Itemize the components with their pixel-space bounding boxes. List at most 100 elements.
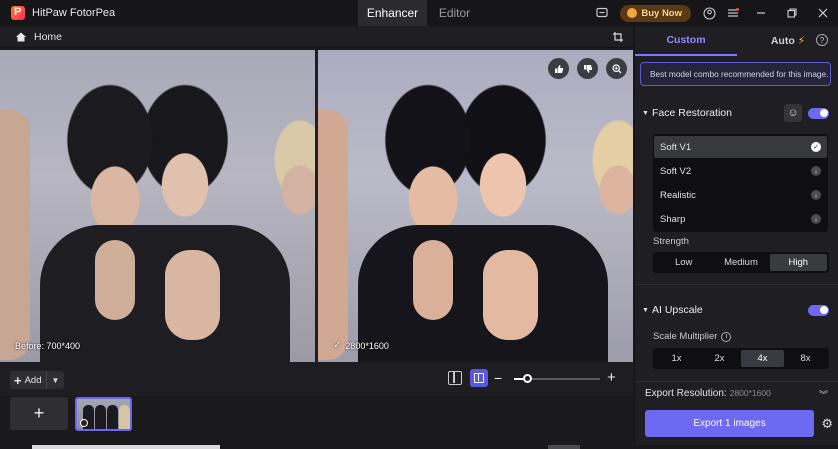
crop-icon[interactable] — [612, 31, 624, 43]
before-image: Before: 700*400 — [0, 50, 315, 362]
scale-selector: 1x 2x 4x 8x — [653, 348, 829, 369]
preview-area: Before: 700*400 ✓ 2800*1600 — [0, 50, 633, 362]
strength-selector: Low Medium High — [653, 252, 829, 273]
export-resolution-value: 2800*1600 — [729, 388, 771, 398]
add-label: Add — [24, 374, 42, 386]
export-resolution: Export Resolution: 2800*1600 — [645, 388, 771, 399]
home-icon[interactable] — [15, 31, 27, 43]
preview-toolbar: + Add ▼ − + — [0, 362, 633, 396]
tab-editor[interactable]: Editor — [427, 0, 482, 26]
strength-low[interactable]: Low — [655, 254, 712, 271]
export-resolution-label: Export Resolution: — [645, 388, 727, 399]
after-resolution: 2800*1600 — [345, 340, 389, 351]
scale-2x[interactable]: 2x — [698, 350, 741, 367]
title-bar: HitPaw FotorPea Enhancer Editor Buy Now — [0, 0, 838, 26]
collapse-triangle-icon[interactable]: ▼ — [642, 110, 652, 117]
plus-icon: + — [14, 372, 22, 388]
scale-multiplier-text: Scale Multiplier — [653, 331, 718, 342]
model-option-soft-v2[interactable]: Soft V2 ↓ — [654, 160, 827, 182]
thumbs-up-icon[interactable] — [548, 58, 569, 79]
after-photo — [318, 50, 633, 362]
ai-upscale-toggle[interactable] — [808, 304, 829, 316]
side-by-side-view-icon[interactable] — [470, 369, 488, 387]
model-label: Realistic — [660, 189, 696, 201]
before-photo — [0, 50, 315, 362]
add-main[interactable]: + Add — [10, 373, 46, 388]
model-label: Soft V1 — [660, 141, 692, 153]
face-restoration-toggle[interactable] — [808, 107, 829, 119]
zoom-out-icon[interactable]: − — [494, 370, 502, 386]
thumbs-down-icon[interactable] — [577, 58, 598, 79]
section-divider — [635, 284, 838, 285]
model-label: Soft V2 — [660, 165, 692, 177]
model-label: Sharp — [660, 213, 686, 225]
face-icon[interactable]: ☺ — [784, 104, 802, 122]
tab-auto-label: Auto — [770, 35, 795, 47]
export-button[interactable]: Export 1 images — [645, 410, 814, 437]
strength-label: Strength — [653, 236, 689, 247]
image-thumbnail[interactable] — [75, 397, 132, 431]
buy-now-button[interactable]: Buy Now — [620, 4, 691, 22]
top-tabs: Enhancer Editor — [358, 0, 482, 26]
menu-icon[interactable] — [721, 0, 745, 26]
ai-upscale-label: AI Upscale — [652, 304, 703, 316]
after-label: ✓ 2800*1600 — [333, 340, 389, 351]
face-restoration-header[interactable]: ▼ Face Restoration ☺ — [635, 102, 838, 124]
before-label: Before: 700*400 — [15, 341, 81, 351]
thumbnail-strip: + — [0, 396, 633, 445]
chevron-down-icon[interactable]: ▼ — [46, 371, 64, 389]
zoom-in-button-icon[interactable]: + — [607, 369, 616, 386]
after-image: ✓ 2800*1600 — [318, 50, 633, 362]
horizontal-scrollbar[interactable] — [0, 445, 838, 449]
clock-icon — [80, 419, 88, 427]
zoom-slider-handle[interactable] — [523, 374, 532, 383]
scale-4x[interactable]: 4x — [741, 350, 784, 367]
scale-1x[interactable]: 1x — [655, 350, 698, 367]
minimize-icon[interactable] — [745, 0, 776, 26]
gear-icon[interactable]: ⚙ — [821, 416, 833, 432]
app-logo-icon — [11, 6, 25, 20]
tab-custom[interactable]: Custom — [635, 26, 737, 56]
face-model-list: Soft V1 ✓ Soft V2 ↓ Realistic ↓ Sharp ↓ — [653, 134, 828, 232]
panel-tabs: Custom Auto ⚡ — [635, 26, 838, 56]
strength-medium[interactable]: Medium — [712, 254, 769, 271]
scrollbar-thumb-secondary[interactable] — [548, 445, 580, 449]
download-icon[interactable]: ↓ — [811, 190, 821, 200]
settings-panel: Custom Auto ⚡ ? Best model combo recomme… — [634, 26, 838, 445]
check-circle-icon: ✓ — [811, 142, 821, 152]
feedback-buttons — [548, 58, 627, 79]
account-icon[interactable] — [697, 0, 721, 26]
zoom-in-icon[interactable] — [606, 58, 627, 79]
collapse-triangle-icon[interactable]: ▼ — [642, 307, 652, 314]
recommendation-banner: Best model combo recommended for this im… — [640, 62, 831, 86]
download-icon[interactable]: ↓ — [811, 214, 821, 224]
lightning-icon: ⚡ — [797, 35, 806, 47]
message-icon[interactable] — [590, 0, 614, 26]
model-option-realistic[interactable]: Realistic ↓ — [654, 184, 827, 206]
close-icon[interactable] — [807, 0, 838, 26]
home-link[interactable]: Home — [34, 31, 62, 43]
chevron-double-down-icon[interactable]: ︾ — [819, 388, 828, 401]
cart-icon — [627, 8, 638, 18]
help-icon[interactable]: ? — [816, 34, 828, 46]
tab-enhancer[interactable]: Enhancer — [358, 0, 427, 26]
model-option-sharp[interactable]: Sharp ↓ — [654, 208, 827, 230]
buy-now-label: Buy Now — [641, 7, 682, 19]
app-title: HitPaw FotorPea — [32, 7, 116, 19]
split-view-icon[interactable] — [448, 371, 462, 385]
section-divider — [635, 381, 838, 382]
restore-icon[interactable] — [776, 0, 807, 26]
face-restoration-label: Face Restoration — [652, 107, 732, 119]
strength-high[interactable]: High — [769, 254, 827, 271]
model-option-soft-v1[interactable]: Soft V1 ✓ — [654, 136, 827, 158]
download-icon[interactable]: ↓ — [811, 166, 821, 176]
scrollbar-thumb[interactable] — [32, 445, 220, 449]
add-button[interactable]: + Add ▼ — [10, 371, 64, 389]
ai-upscale-header[interactable]: ▼ AI Upscale — [635, 299, 838, 321]
info-icon[interactable]: i — [721, 331, 732, 342]
scale-multiplier-label: Scale Multiplier i — [653, 331, 732, 342]
scale-8x[interactable]: 8x — [784, 350, 827, 367]
add-image-button[interactable]: + — [10, 397, 68, 430]
check-icon: ✓ — [333, 340, 342, 351]
zoom-slider[interactable] — [514, 374, 600, 383]
